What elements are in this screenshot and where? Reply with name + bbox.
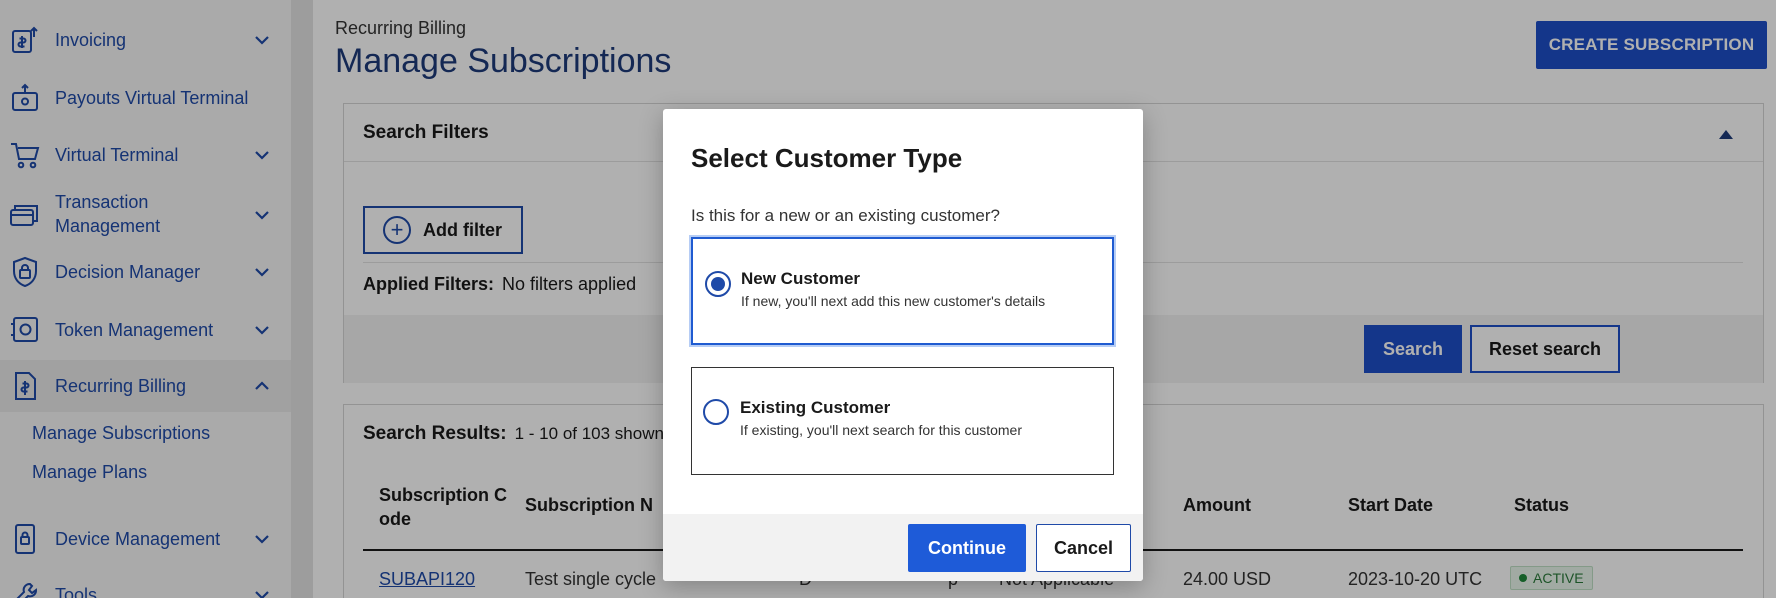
radio-unselected-icon[interactable] [703,399,729,425]
select-customer-type-dialog: Select Customer Type Is this for a new o… [663,109,1143,581]
dialog-title: Select Customer Type [691,143,963,173]
option-description: If existing, you'll next search for this… [740,422,1023,438]
new-customer-option[interactable]: New Customer If new, you'll next add thi… [691,237,1114,345]
option-title: New Customer [741,269,861,288]
option-description: If new, you'll next add this new custome… [741,293,1046,309]
radio-selected-icon[interactable] [705,271,731,297]
dialog-question: Is this for a new or an existing custome… [691,206,1000,225]
continue-button[interactable]: Continue [908,524,1026,572]
existing-customer-option[interactable]: Existing Customer If existing, you'll ne… [691,367,1114,475]
option-title: Existing Customer [740,398,891,417]
cancel-button[interactable]: Cancel [1036,524,1131,572]
